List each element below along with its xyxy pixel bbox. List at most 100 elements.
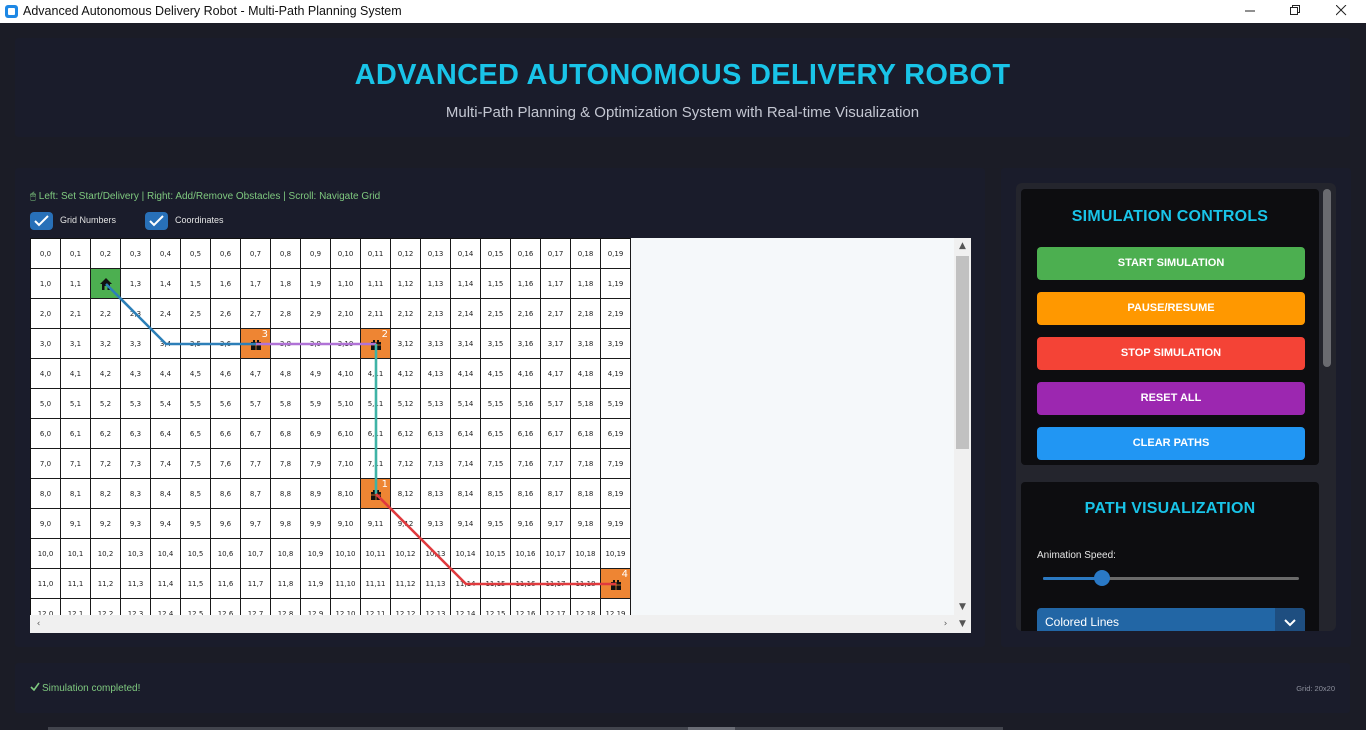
grid-cell[interactable]: 12,16 xyxy=(511,599,541,615)
grid-cell[interactable]: 7,9 xyxy=(301,449,331,479)
scroll-right-icon[interactable]: › xyxy=(937,615,954,633)
grid-cell[interactable]: 12,13 xyxy=(421,599,451,615)
horizontal-scrollbar[interactable]: ‹ › ▼ xyxy=(30,615,971,633)
grid-cell[interactable]: 9,19 xyxy=(601,509,631,539)
grid-cell[interactable]: 0,4 xyxy=(151,239,181,269)
grid-cell[interactable]: 11,16 xyxy=(511,569,541,599)
grid-cell[interactable]: 6,8 xyxy=(271,419,301,449)
grid-cell[interactable]: 2,7 xyxy=(241,299,271,329)
grid-cell[interactable]: 0,13 xyxy=(421,239,451,269)
delivery-cell[interactable]: 4 xyxy=(601,569,631,599)
grid-cell[interactable]: 3,0 xyxy=(31,329,61,359)
grid-cell[interactable]: 11,18 xyxy=(571,569,601,599)
grid-cell[interactable]: 3,17 xyxy=(541,329,571,359)
grid-cell[interactable]: 7,14 xyxy=(451,449,481,479)
grid-cell[interactable]: 6,18 xyxy=(571,419,601,449)
grid-cell[interactable]: 10,6 xyxy=(211,539,241,569)
grid-cell[interactable]: 10,2 xyxy=(91,539,121,569)
grid-cell[interactable]: 7,15 xyxy=(481,449,511,479)
grid-cell[interactable]: 0,15 xyxy=(481,239,511,269)
grid-cell[interactable]: 12,6 xyxy=(211,599,241,615)
grid-cell[interactable]: 5,8 xyxy=(271,389,301,419)
vertical-scrollbar[interactable]: ▲ ▼ xyxy=(954,238,971,615)
grid-cell[interactable]: 10,3 xyxy=(121,539,151,569)
grid-cell[interactable]: 5,19 xyxy=(601,389,631,419)
grid-cell[interactable]: 7,12 xyxy=(391,449,421,479)
grid-cell[interactable]: 11,12 xyxy=(391,569,421,599)
grid-cell[interactable]: 4,14 xyxy=(451,359,481,389)
grid-cell[interactable]: 3,13 xyxy=(421,329,451,359)
grid-cell[interactable]: 3,5 xyxy=(181,329,211,359)
grid-cell[interactable]: 9,8 xyxy=(271,509,301,539)
grid-cell[interactable]: 0,9 xyxy=(301,239,331,269)
grid-cell[interactable]: 10,16 xyxy=(511,539,541,569)
grid-cell[interactable]: 6,12 xyxy=(391,419,421,449)
stop-simulation-button[interactable]: STOP SIMULATION xyxy=(1037,337,1305,370)
grid-cell[interactable]: 10,4 xyxy=(151,539,181,569)
grid-cell[interactable]: 5,17 xyxy=(541,389,571,419)
grid-cell[interactable]: 3,2 xyxy=(91,329,121,359)
grid-cell[interactable]: 10,15 xyxy=(481,539,511,569)
grid-cell[interactable]: 7,2 xyxy=(91,449,121,479)
grid-cell[interactable]: 2,16 xyxy=(511,299,541,329)
grid-cell[interactable]: 5,9 xyxy=(301,389,331,419)
grid-cell[interactable]: 1,18 xyxy=(571,269,601,299)
grid-cell[interactable]: 7,11 xyxy=(361,449,391,479)
grid-cell[interactable]: 11,3 xyxy=(121,569,151,599)
grid-cell[interactable]: 3,3 xyxy=(121,329,151,359)
grid-cell[interactable]: 12,19 xyxy=(601,599,631,615)
grid-cell[interactable]: 9,0 xyxy=(31,509,61,539)
grid-cell[interactable]: 11,6 xyxy=(211,569,241,599)
grid-cell[interactable]: 4,8 xyxy=(271,359,301,389)
grid-cell[interactable]: 12,3 xyxy=(121,599,151,615)
grid-cell[interactable]: 12,5 xyxy=(181,599,211,615)
grid-cell[interactable]: 2,12 xyxy=(391,299,421,329)
grid-cell[interactable]: 12,0 xyxy=(31,599,61,615)
grid-cell[interactable]: 6,13 xyxy=(421,419,451,449)
grid-cell[interactable]: 4,6 xyxy=(211,359,241,389)
grid-cell[interactable]: 7,1 xyxy=(61,449,91,479)
grid-cell[interactable]: 8,14 xyxy=(451,479,481,509)
grid-cell[interactable]: 11,0 xyxy=(31,569,61,599)
grid-cell[interactable]: 2,19 xyxy=(601,299,631,329)
grid-cell[interactable]: 1,9 xyxy=(301,269,331,299)
grid-cell[interactable]: 2,11 xyxy=(361,299,391,329)
grid-cell[interactable]: 9,13 xyxy=(421,509,451,539)
grid-cell[interactable]: 1,11 xyxy=(361,269,391,299)
grid-cell[interactable]: 7,10 xyxy=(331,449,361,479)
grid-cell[interactable]: 3,15 xyxy=(481,329,511,359)
grid-cell[interactable]: 2,14 xyxy=(451,299,481,329)
grid-cell[interactable]: 9,18 xyxy=(571,509,601,539)
grid-cell[interactable]: 10,12 xyxy=(391,539,421,569)
grid-cell[interactable]: 12,11 xyxy=(361,599,391,615)
grid-cell[interactable]: 5,1 xyxy=(61,389,91,419)
grid-cell[interactable]: 3,12 xyxy=(391,329,421,359)
grid-cell[interactable]: 12,9 xyxy=(301,599,331,615)
checkbox-checked-icon[interactable] xyxy=(30,212,53,230)
grid-cell[interactable]: 9,16 xyxy=(511,509,541,539)
grid-cell[interactable]: 8,12 xyxy=(391,479,421,509)
clear-paths-button[interactable]: CLEAR PATHS xyxy=(1037,427,1305,460)
reset-all-button[interactable]: RESET ALL xyxy=(1037,382,1305,415)
grid-cell[interactable]: 7,0 xyxy=(31,449,61,479)
grid-cell[interactable]: 9,9 xyxy=(301,509,331,539)
grid-cell[interactable]: 7,13 xyxy=(421,449,451,479)
grid-cell[interactable]: 0,10 xyxy=(331,239,361,269)
grid-cell[interactable]: 4,2 xyxy=(91,359,121,389)
grid-cell[interactable]: 5,11 xyxy=(361,389,391,419)
scroll-down-icon[interactable]: ▼ xyxy=(954,615,971,633)
grid-cell[interactable]: 6,5 xyxy=(181,419,211,449)
grid-cell[interactable]: 11,17 xyxy=(541,569,571,599)
grid-cell[interactable]: 8,7 xyxy=(241,479,271,509)
grid-cell[interactable]: 2,18 xyxy=(571,299,601,329)
grid-cell[interactable]: 4,19 xyxy=(601,359,631,389)
grid-cell[interactable]: 5,14 xyxy=(451,389,481,419)
grid-cell[interactable]: 2,5 xyxy=(181,299,211,329)
grid-cell[interactable]: 7,19 xyxy=(601,449,631,479)
grid-cell[interactable]: 9,14 xyxy=(451,509,481,539)
grid-cell[interactable]: 6,15 xyxy=(481,419,511,449)
grid-cell[interactable]: 12,12 xyxy=(391,599,421,615)
grid-cell[interactable]: 7,4 xyxy=(151,449,181,479)
grid-cell[interactable]: 9,15 xyxy=(481,509,511,539)
grid-cell[interactable]: 11,4 xyxy=(151,569,181,599)
